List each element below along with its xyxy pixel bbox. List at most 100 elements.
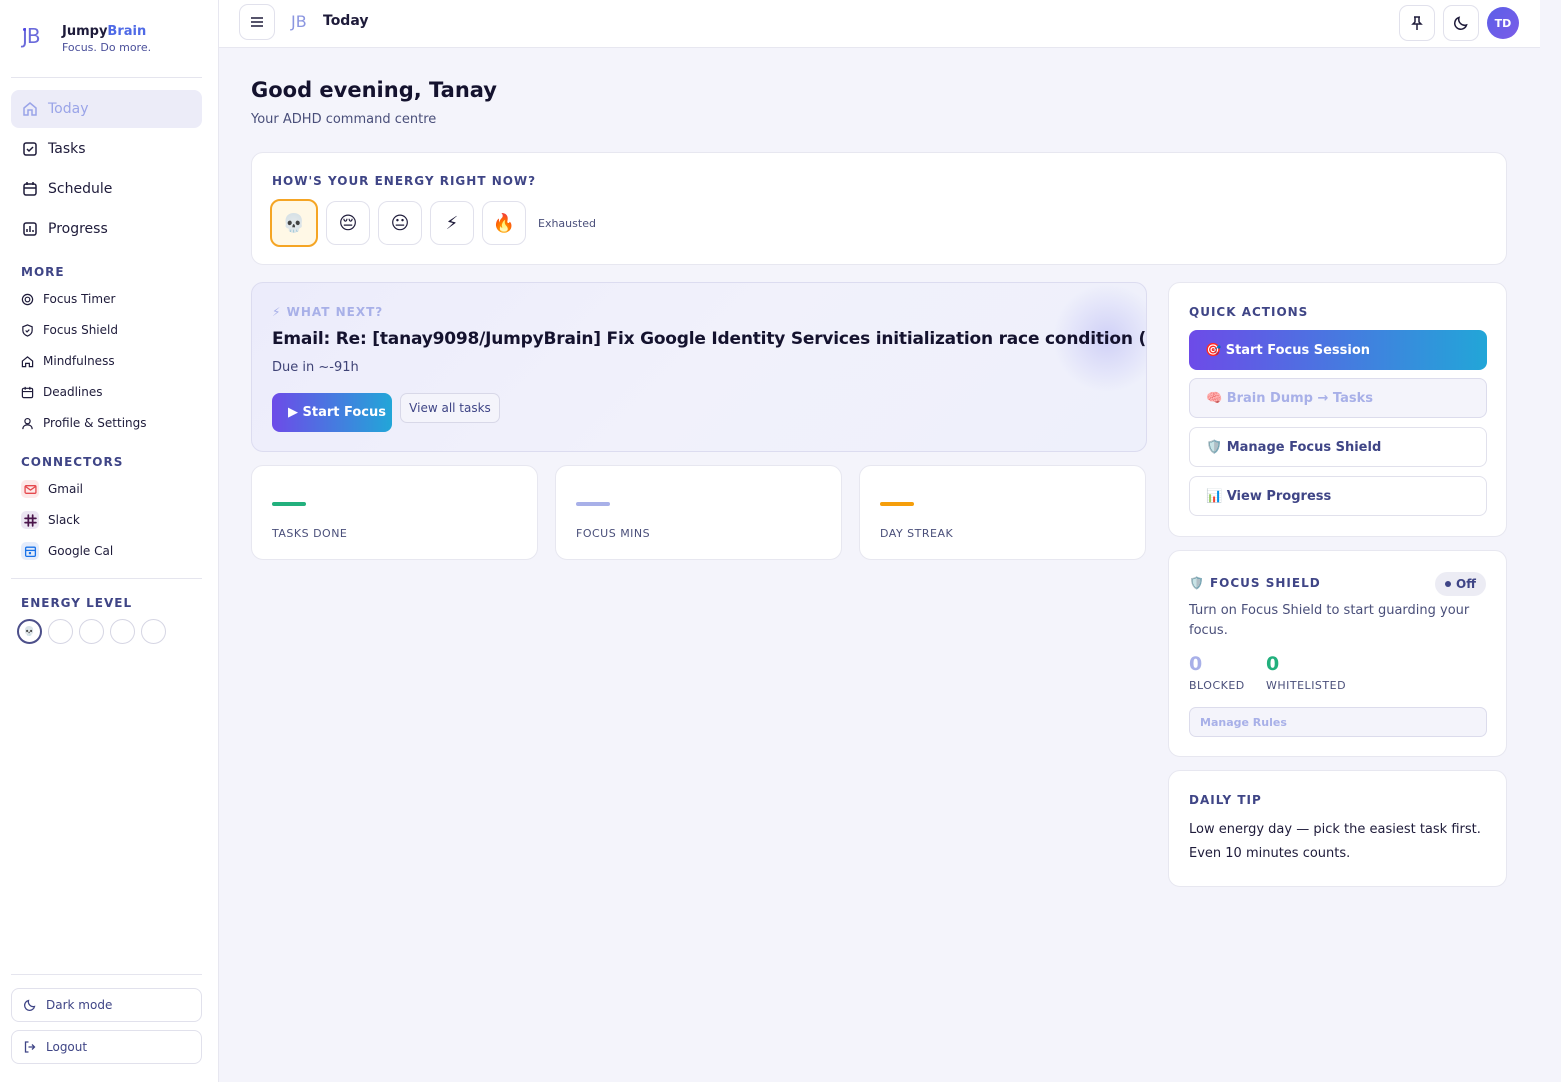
calendar-icon: [23, 182, 37, 196]
daily-tip-label: DAILY TIP: [1189, 793, 1262, 807]
energy-option-on-fire[interactable]: 🔥: [482, 201, 526, 245]
nav-item-schedule[interactable]: Schedule: [11, 170, 202, 208]
view-progress-button[interactable]: 📊 View Progress: [1189, 476, 1487, 516]
mail-icon: [21, 480, 39, 498]
what-next-label: ⚡ WHAT NEXT?: [272, 305, 384, 319]
stat-bar: [576, 502, 610, 506]
topbar-logo-icon: JB: [291, 12, 307, 31]
shield-icon: [22, 323, 33, 337]
brain-dump-button[interactable]: 🧠 Brain Dump → Tasks: [1189, 378, 1487, 418]
stat-focus-mins: FOCUS MINS: [555, 465, 842, 560]
nav-label: Tasks: [48, 141, 86, 157]
whitelisted-label: WHITELISTED: [1266, 679, 1347, 692]
focus-shield-label: FOCUS SHIELD: [1209, 576, 1321, 590]
nav-item-today[interactable]: Today: [11, 90, 202, 128]
whitelisted-count: 0: [1266, 653, 1280, 675]
page-title: Today: [323, 13, 369, 29]
energy-dot-emoji: 💀: [23, 626, 36, 637]
energy-dot-1[interactable]: 💀: [17, 619, 42, 644]
energy-options: 💀 😔 😐 ⚡ 🔥 Exhausted: [270, 199, 596, 247]
energy-dot-2[interactable]: [48, 619, 73, 644]
sidebar-item-label: Mindfulness: [43, 354, 115, 368]
connector-slack[interactable]: Slack: [21, 511, 80, 529]
sidebar-item-mindfulness[interactable]: Mindfulness: [21, 354, 115, 368]
blocked-count: 0: [1189, 653, 1203, 675]
energy-dot-3[interactable]: [79, 619, 104, 644]
what-next-card: ⚡ WHAT NEXT? Email: Re: [tanay9098/Jumpy…: [251, 282, 1147, 452]
pin-button[interactable]: [1399, 5, 1435, 41]
brand-name: JumpyBrain: [62, 24, 147, 39]
calendar-icon: [21, 542, 39, 560]
energy-level-label: ENERGY LEVEL: [21, 596, 133, 610]
stat-bar: [272, 502, 306, 506]
connectors-section-label: CONNECTORS: [21, 455, 124, 469]
sidebar-item-profile-settings[interactable]: Profile & Settings: [21, 416, 147, 430]
pin-icon: [1411, 16, 1423, 30]
brand-logo-icon: JB: [22, 24, 41, 48]
energy-option-low[interactable]: 😔: [326, 201, 370, 245]
logout-icon: [24, 1041, 36, 1053]
focus-shield-card: 🛡️ FOCUS SHIELD Off Turn on Focus Shield…: [1168, 550, 1507, 757]
connector-google-cal[interactable]: Google Cal: [21, 542, 113, 560]
stat-tasks-done: TASKS DONE: [251, 465, 538, 560]
nav-label: Progress: [48, 221, 108, 237]
connector-gmail[interactable]: Gmail: [21, 480, 83, 498]
sidebar-item-label: Deadlines: [43, 385, 103, 399]
manage-rules-button[interactable]: Manage Rules: [1189, 707, 1487, 737]
nav-item-tasks[interactable]: Tasks: [11, 130, 202, 168]
energy-dot-4[interactable]: [110, 619, 135, 644]
energy-status-text: Exhausted: [538, 216, 596, 230]
calendar-icon: [21, 386, 34, 398]
nav-label: Today: [48, 101, 89, 117]
nav-label: Schedule: [48, 181, 113, 197]
stat-bar: [880, 502, 914, 506]
logout-button[interactable]: Logout: [11, 1030, 202, 1064]
greeting-title: Good evening, Tanay: [251, 78, 497, 102]
chart-icon: [23, 222, 37, 236]
divider: [11, 77, 202, 78]
nav-item-progress[interactable]: Progress: [11, 210, 202, 248]
sidebar-item-focus-shield[interactable]: Focus Shield: [21, 323, 118, 337]
view-all-tasks-button[interactable]: View all tasks: [400, 393, 500, 423]
sidebar-item-focus-timer[interactable]: Focus Timer: [21, 292, 115, 306]
theme-toggle-button[interactable]: [1443, 5, 1479, 41]
energy-option-exhausted[interactable]: 💀: [270, 199, 318, 247]
target-icon: [21, 293, 34, 305]
dark-mode-button[interactable]: Dark mode: [11, 988, 202, 1022]
energy-option-energized[interactable]: ⚡: [430, 201, 474, 245]
menu-button[interactable]: [239, 4, 275, 40]
sidebar-item-deadlines[interactable]: Deadlines: [21, 385, 103, 399]
stat-label: FOCUS MINS: [576, 527, 651, 540]
start-focus-button[interactable]: ▶ Start Focus: [272, 393, 392, 432]
energy-option-neutral[interactable]: 😐: [378, 201, 422, 245]
avatar[interactable]: TD: [1487, 7, 1519, 39]
sidebar-item-label: Profile & Settings: [43, 416, 147, 430]
greeting-subtitle: Your ADHD command centre: [251, 112, 437, 127]
manage-focus-shield-button[interactable]: 🛡️ Manage Focus Shield: [1189, 427, 1487, 467]
blocked-label: BLOCKED: [1189, 679, 1245, 692]
energy-dot-5[interactable]: [141, 619, 166, 644]
sidebar-item-label: Focus Shield: [43, 323, 118, 337]
logout-label: Logout: [46, 1040, 88, 1054]
stat-day-streak: DAY STREAK: [859, 465, 1146, 560]
focus-shield-description: Turn on Focus Shield to start guarding y…: [1189, 603, 1470, 638]
slack-icon: [21, 511, 39, 529]
shield-icon: 🛡️: [1189, 576, 1204, 590]
next-task-due: Due in ~-91h: [272, 360, 359, 375]
topbar: JB Today TD: [219, 0, 1540, 48]
checkbox-icon: [23, 142, 37, 156]
daily-tip-card: DAILY TIP Low energy day — pick the easi…: [1168, 770, 1507, 887]
start-focus-session-button[interactable]: 🎯 Start Focus Session: [1189, 330, 1487, 370]
moon-icon: [23, 999, 36, 1012]
stat-label: DAY STREAK: [880, 527, 954, 540]
sidebar-item-label: Focus Timer: [43, 292, 116, 306]
dark-mode-label: Dark mode: [46, 998, 113, 1012]
more-section-label: MORE: [21, 265, 65, 279]
brand[interactable]: JB JumpyBrain Focus. Do more.: [22, 24, 151, 54]
status-badge[interactable]: Off: [1435, 572, 1486, 596]
sidebar: JB JumpyBrain Focus. Do more. Today Task…: [0, 0, 219, 1082]
moon-icon: [1454, 16, 1468, 30]
energy-level-selector: 💀: [17, 619, 166, 644]
energy-check-card: HOW'S YOUR ENERGY RIGHT NOW? 💀 😔 😐 ⚡ 🔥 E…: [251, 152, 1507, 265]
status-dot: [1445, 581, 1451, 587]
